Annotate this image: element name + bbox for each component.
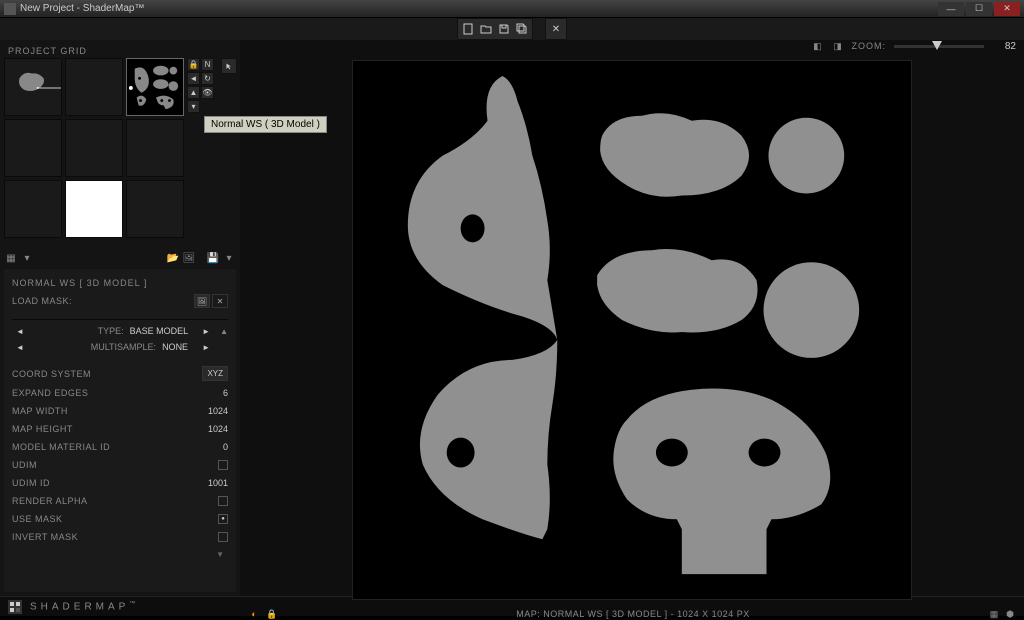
refresh-icon[interactable]: ↻: [201, 72, 214, 85]
expand-edges-label: EXPAND EDGES: [12, 388, 88, 398]
use-mask-checkbox[interactable]: [218, 514, 228, 524]
expand-edges-value[interactable]: 6: [223, 388, 228, 398]
viewport-tool-1[interactable]: ◧: [812, 40, 824, 52]
grid-cell-1-1[interactable]: [65, 119, 123, 177]
viewport-tool-2[interactable]: ◨: [832, 40, 844, 52]
main-toolbar: ✕: [0, 18, 1024, 40]
save-all-button[interactable]: [514, 21, 530, 37]
zoom-label: ZOOM:: [852, 41, 887, 51]
viewport: ◧ ◨ ZOOM: 82: [240, 40, 1024, 596]
multisample-value: NONE: [162, 342, 198, 352]
zoom-handle[interactable]: [932, 41, 942, 50]
grid-cell-0-2[interactable]: [126, 58, 184, 116]
maximize-button[interactable]: ☐: [966, 2, 992, 16]
left-panel: PROJECT GRID: [0, 40, 240, 596]
grid-cell-2-2[interactable]: [126, 180, 184, 238]
invert-mask-checkbox[interactable]: [218, 532, 228, 542]
grid-cell-2-0[interactable]: [4, 180, 62, 238]
viewport-mode-3d[interactable]: ⬢: [1004, 608, 1016, 620]
grid-side-tools: 🔒 N ◄ ↻ ▲ 👁 ▾: [187, 58, 214, 241]
udim-id-value[interactable]: 1001: [208, 478, 228, 488]
invert-mask-label: INVERT MASK: [12, 532, 78, 542]
up-icon[interactable]: ▲: [187, 86, 200, 99]
type-label: TYPE:: [28, 326, 130, 336]
eye-icon[interactable]: 👁: [201, 86, 214, 99]
image-icon[interactable]: 🖼: [182, 251, 196, 265]
collapse-arrow[interactable]: ▲: [220, 327, 228, 336]
zoom-value: 82: [992, 41, 1016, 52]
folder-open-icon[interactable]: 📂: [166, 251, 180, 265]
use-mask-label: USE MASK: [12, 514, 63, 524]
brand-text: SHADERMAP™: [30, 601, 135, 612]
settings-button[interactable]: ✕: [548, 21, 564, 37]
map-width-value[interactable]: 1024: [208, 406, 228, 416]
properties-title: NORMAL WS [ 3D MODEL ]: [12, 275, 228, 291]
app-logo-icon[interactable]: [8, 600, 22, 614]
close-button[interactable]: ✕: [994, 2, 1020, 16]
coord-system-value[interactable]: XYZ: [202, 366, 228, 381]
clear-mask-button[interactable]: ✕: [212, 294, 228, 308]
udim-id-label: UDIM ID: [12, 478, 50, 488]
load-mask-label: LOAD MASK:: [12, 296, 72, 306]
grid-view-icon[interactable]: ▦: [4, 251, 18, 265]
color-indicator-icon[interactable]: ◐: [248, 608, 260, 620]
window-title: New Project - ShaderMap™: [20, 3, 938, 14]
lock-footer-icon[interactable]: 🔒: [266, 608, 278, 620]
multisample-prev-arrow[interactable]: ◄: [12, 343, 28, 352]
viewport-mode-2d[interactable]: ▦: [988, 608, 1000, 620]
back-icon[interactable]: ◄: [187, 72, 200, 85]
type-next-arrow[interactable]: ►: [198, 327, 214, 336]
grid-cell-1-2[interactable]: [126, 119, 184, 177]
multisample-next-arrow[interactable]: ►: [198, 343, 214, 352]
load-mask-button[interactable]: 🖼: [194, 294, 210, 308]
project-grid-label: PROJECT GRID: [4, 44, 236, 58]
grid-cell-2-1[interactable]: [65, 180, 123, 238]
grid-cell-0-1[interactable]: [65, 58, 123, 116]
udim-checkbox[interactable]: [218, 460, 228, 470]
open-file-button[interactable]: [478, 21, 494, 37]
expand-properties-arrow[interactable]: ▼: [12, 546, 228, 563]
lock-icon[interactable]: 🔒: [187, 58, 200, 71]
grid-cell-1-0[interactable]: [4, 119, 62, 177]
menu-icon[interactable]: ▾: [187, 100, 200, 113]
map-canvas[interactable]: [352, 60, 912, 600]
normal-mode-icon[interactable]: N: [201, 58, 214, 71]
props-dropdown-icon[interactable]: ▾: [222, 251, 236, 265]
map-info-text: MAP: NORMAL WS [ 3D MODEL ] - 1024 X 102…: [516, 609, 749, 619]
multisample-label: MULTISAMPLE:: [28, 342, 162, 352]
map-width-label: MAP WIDTH: [12, 406, 68, 416]
render-alpha-label: RENDER ALPHA: [12, 496, 88, 506]
model-material-label: MODEL MATERIAL ID: [12, 442, 110, 452]
grid-cell-0-0[interactable]: [4, 58, 62, 116]
save-props-icon[interactable]: 💾: [206, 251, 220, 265]
cursor-tool[interactable]: [221, 58, 237, 74]
app-icon: [4, 3, 16, 15]
titlebar: New Project - ShaderMap™ — ☐ ✕: [0, 0, 1024, 18]
render-alpha-checkbox[interactable]: [218, 496, 228, 506]
properties-panel: NORMAL WS [ 3D MODEL ] LOAD MASK: 🖼 ✕ ◄ …: [4, 269, 236, 592]
grid-cell-tooltip: Normal WS ( 3D Model ): [204, 116, 327, 133]
type-prev-arrow[interactable]: ◄: [12, 327, 28, 336]
zoom-slider[interactable]: [894, 45, 984, 48]
map-height-label: MAP HEIGHT: [12, 424, 73, 434]
save-button[interactable]: [496, 21, 512, 37]
model-material-value[interactable]: 0: [223, 442, 228, 452]
coord-system-label: COORD SYSTEM: [12, 369, 91, 379]
udim-label: UDIM: [12, 460, 37, 470]
map-height-value[interactable]: 1024: [208, 424, 228, 434]
project-grid: 🔒 N ◄ ↻ ▲ 👁 ▾: [4, 58, 236, 241]
type-value: BASE MODEL: [130, 326, 199, 336]
dropdown-icon[interactable]: ▾: [20, 251, 34, 265]
new-file-button[interactable]: [460, 21, 476, 37]
minimize-button[interactable]: —: [938, 2, 964, 16]
